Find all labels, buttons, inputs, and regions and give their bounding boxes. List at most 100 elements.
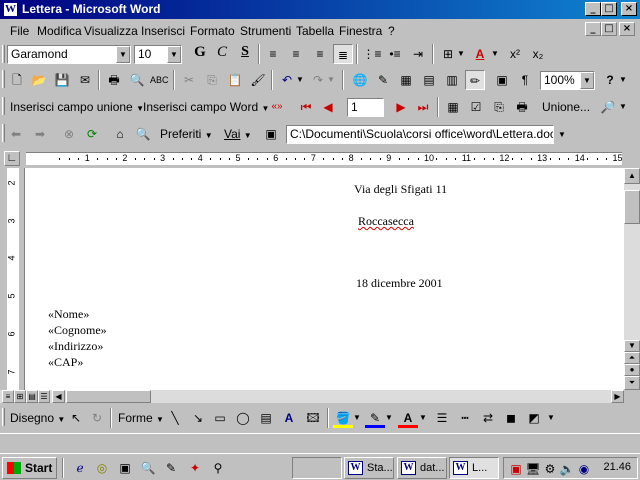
internet-explorer-icon[interactable]: ℯ (72, 460, 88, 476)
tray-monitor-icon[interactable]: 🖥 (525, 461, 541, 477)
print-icon[interactable]: 🖶 (104, 70, 124, 90)
menu-visualizza[interactable]: Visualizza (84, 24, 138, 38)
address-field[interactable]: C:\Documenti\Scuola\corsi office\word\Le… (286, 125, 554, 144)
menu-tabella[interactable]: Tabella (296, 24, 334, 38)
clip-art-icon[interactable]: 🖾 (303, 408, 323, 428)
maximize-button[interactable]: □ (601, 2, 617, 16)
chevron-down-icon[interactable]: ▼ (326, 70, 336, 90)
chevron-down-icon[interactable]: ▼ (295, 70, 305, 90)
refresh-icon[interactable]: ⟳ (82, 124, 102, 144)
vertical-ruler[interactable]: 2 3 4 5 6 7 (0, 168, 25, 390)
free-rotate-icon[interactable]: ↻ (87, 408, 107, 428)
chevron-down-icon[interactable]: ▼ (116, 46, 130, 63)
taskbar-item-data-doc[interactable]: W dat... (397, 457, 447, 479)
insert-table-icon[interactable]: ▦ (396, 70, 416, 90)
autoshapes-menu-button[interactable]: Forme ▼ (118, 408, 164, 430)
chevron-down-icon[interactable]: ▼ (418, 408, 428, 428)
chevron-down-icon[interactable]: ▼ (167, 46, 181, 63)
new-document-icon[interactable]: 🗋 (7, 70, 27, 90)
justify-icon[interactable]: ≣ (333, 44, 353, 64)
go-button[interactable]: Vai ▼ (224, 124, 252, 146)
chevron-down-icon[interactable]: ▼ (456, 44, 466, 64)
align-center-icon[interactable]: ≡ (286, 44, 306, 64)
find-record-icon[interactable]: 🔎 (598, 97, 618, 117)
horizontal-scrollbar[interactable]: ≡ ⊞ ▤ ☰ ◀ ▶ (0, 390, 624, 403)
align-left-icon[interactable]: ≡ (263, 44, 283, 64)
toolbar-grip[interactable] (2, 70, 5, 88)
paste-icon[interactable]: 📋 (225, 70, 245, 90)
undo-icon[interactable]: ↶ (277, 70, 297, 90)
volume-icon[interactable]: 🔈 (559, 461, 575, 477)
line-icon[interactable]: ╲ (165, 408, 185, 428)
tray-antivirus-icon[interactable]: ◉ (576, 461, 592, 477)
redo-icon[interactable]: ↷ (308, 70, 328, 90)
menu-formato[interactable]: Formato (190, 24, 235, 38)
insert-word-field-button[interactable]: Inserisci campo Word ▼ (143, 97, 269, 119)
taskbar-item-empty[interactable] (292, 457, 342, 479)
vertical-scrollbar[interactable]: ▲ ▼ ⏶ ● ⏷ (624, 168, 640, 390)
show-hide-icon[interactable]: ¶ (515, 70, 535, 90)
hyperlink-icon[interactable]: 🌐 (350, 70, 370, 90)
chevron-down-icon[interactable]: ▼ (618, 97, 628, 117)
cut-icon[interactable]: ✂ (179, 70, 199, 90)
chevron-down-icon[interactable]: ▼ (618, 70, 628, 90)
merge-to-printer-icon[interactable]: 🖶 (512, 97, 532, 117)
next-page-icon[interactable]: ⏷ (624, 376, 640, 390)
previous-page-icon[interactable]: ⏶ (624, 352, 640, 364)
doc-minimize-button[interactable]: _ (585, 22, 601, 36)
mail-merge-helper-icon[interactable]: ▦ (443, 97, 463, 117)
menu-finestra[interactable]: Finestra (339, 24, 382, 38)
oval-icon[interactable]: ◯ (233, 408, 253, 428)
scroll-right-icon[interactable]: ▶ (611, 390, 624, 403)
back-arrow-icon[interactable]: ⬅ (6, 124, 26, 144)
help-icon[interactable]: ? (600, 70, 620, 90)
dash-style-icon[interactable]: ┅ (455, 408, 475, 428)
chevron-down-icon[interactable]: ▼ (556, 125, 568, 145)
tray-task-icon[interactable]: ⚙ (542, 461, 558, 477)
print-layout-icon[interactable]: ▤ (26, 390, 38, 403)
toolbar-grip[interactable] (2, 124, 5, 142)
home-icon[interactable]: ⌂ (110, 124, 130, 144)
tool-icon[interactable]: ⚲ (210, 460, 226, 476)
insert-merge-field-button[interactable]: Inserisci campo unione ▼ (10, 97, 144, 119)
line-style-icon[interactable]: ☰ (432, 408, 452, 428)
line-color-icon[interactable]: ✎ (365, 408, 385, 428)
taskbar-item-start-doc[interactable]: W Sta... (344, 457, 394, 479)
italic-button[interactable]: C (212, 44, 232, 64)
previous-record-icon[interactable]: ◀ (318, 97, 338, 117)
zoom-combo[interactable]: 100% ▼ (540, 71, 595, 90)
scroll-down-icon[interactable]: ▼ (624, 340, 640, 352)
media-icon[interactable]: ✦ (187, 460, 203, 476)
menu-strumenti[interactable]: Strumenti (240, 24, 291, 38)
chevron-down-icon[interactable]: ▼ (580, 72, 594, 89)
outline-view-icon[interactable]: ☰ (38, 390, 50, 403)
rectangle-icon[interactable]: ▭ (210, 408, 230, 428)
scroll-up-icon[interactable]: ▲ (624, 168, 640, 184)
merge-to-document-icon[interactable]: ⎘ (489, 97, 509, 117)
spelling-icon[interactable]: ABC✓ (150, 70, 170, 90)
check-errors-icon[interactable]: ☑ (466, 97, 486, 117)
superscript-icon[interactable]: x² (505, 44, 525, 64)
menu-inserisci[interactable]: Inserisci (141, 24, 185, 38)
font-size-combo[interactable]: 10 ▼ (134, 45, 182, 64)
document-page[interactable]: Via degli Sfigati 11 Roccasecca 18 dicem… (25, 168, 625, 390)
view-merged-data-button[interactable]: «» (267, 97, 287, 117)
first-record-icon[interactable]: ⏮ (296, 97, 316, 117)
bold-button[interactable]: G (190, 44, 210, 64)
3d-icon[interactable]: ◩ (524, 408, 544, 428)
border-icon[interactable]: ⊞ (438, 44, 458, 64)
scroll-thumb[interactable] (624, 190, 640, 224)
copy-icon[interactable]: ⎘ (202, 70, 222, 90)
subscript-icon[interactable]: x₂ (528, 44, 548, 64)
email-icon[interactable]: ✉ (75, 70, 95, 90)
chevron-down-icon[interactable]: ▼ (490, 44, 500, 64)
chevron-down-icon[interactable]: ▼ (546, 408, 556, 428)
merge-field-cap[interactable]: «CAP» (48, 355, 83, 370)
arrow-style-icon[interactable]: ⇄ (478, 408, 498, 428)
underline-button[interactable]: S (235, 44, 255, 64)
word-app-icon[interactable]: W (3, 2, 18, 17)
format-painter-icon[interactable]: 🖌 (248, 70, 268, 90)
menu-modifica[interactable]: Modifica (37, 24, 82, 38)
chevron-down-icon[interactable]: ▼ (352, 408, 362, 428)
next-record-icon[interactable]: ▶ (391, 97, 411, 117)
